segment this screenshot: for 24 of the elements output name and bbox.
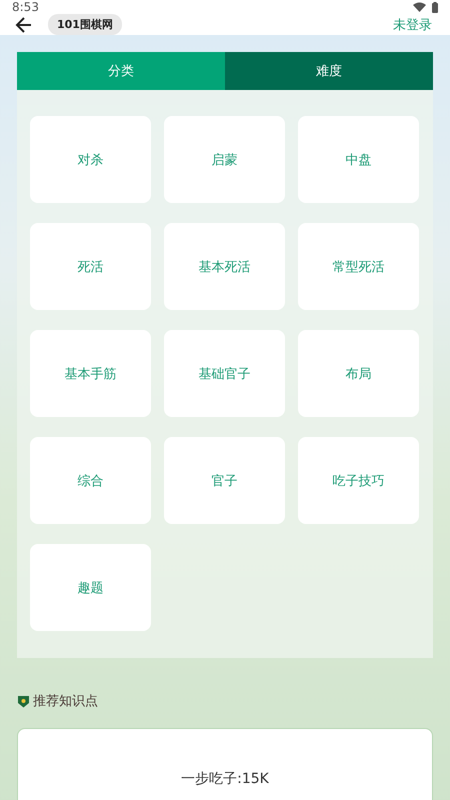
tab[interactable]: 分类 (17, 52, 225, 90)
category-card[interactable]: 吃子技巧 (298, 437, 419, 524)
category-card[interactable]: 对杀 (30, 116, 151, 203)
section-title: 推荐知识点 (33, 693, 98, 710)
category-card[interactable]: 综合 (30, 437, 151, 524)
category-card[interactable]: 官子 (164, 437, 285, 524)
category-card[interactable]: 基本死活 (164, 223, 285, 310)
category-card[interactable]: 趣题 (30, 544, 151, 631)
category-card[interactable]: 中盘 (298, 116, 419, 203)
site-name: 101围棋网 (48, 14, 122, 35)
category-card[interactable]: 布局 (298, 330, 419, 417)
category-card[interactable]: 基本手筋 (30, 330, 151, 417)
knowledge-card[interactable]: 一步吃子:15K (17, 728, 433, 800)
category-card[interactable]: 死活 (30, 223, 151, 310)
back-button[interactable] (14, 14, 34, 34)
category-card[interactable]: 基础官子 (164, 330, 285, 417)
category-card[interactable]: 启蒙 (164, 116, 285, 203)
status-time: 8:53 (12, 0, 39, 14)
wifi-icon (413, 2, 426, 12)
category-card[interactable]: 常型死活 (298, 223, 419, 310)
battery-icon (432, 2, 438, 12)
login-link[interactable]: 未登录 (389, 16, 436, 34)
badge-icon (18, 694, 29, 708)
tab[interactable]: 难度 (225, 52, 433, 90)
